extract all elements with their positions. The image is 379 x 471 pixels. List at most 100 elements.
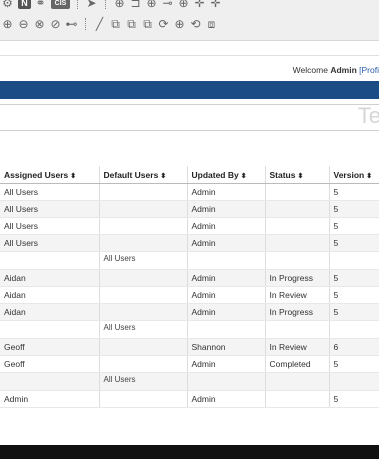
table-row[interactable]: Geoff Admin Completed 5: [0, 355, 379, 373]
default-users-cell: All Users: [99, 320, 188, 339]
version-cell: 5: [329, 355, 379, 373]
default-users-cell: [99, 269, 188, 287]
updated-by-cell: Admin: [187, 269, 266, 287]
add-shape-icon[interactable]: ⊕: [112, 0, 127, 10]
cursor-icon[interactable]: ➤: [84, 0, 99, 10]
assigned-users-cell: [0, 251, 100, 270]
updated-by-cell: Shannon: [187, 338, 266, 356]
default-users-cell: All Users: [99, 372, 188, 391]
table-row[interactable]: Aidan Admin In Progress 5: [0, 303, 379, 321]
updated-by-cell: [187, 372, 266, 391]
data-grid-body: All Users Admin 5 All Users Admin 5 All Users A…: [0, 183, 379, 408]
default-users-cell: [99, 355, 188, 373]
table-row[interactable]: Geoff Shannon In Review 6: [0, 338, 379, 356]
zoom-out-icon[interactable]: ⊖: [16, 17, 31, 31]
column-header-version[interactable]: Version ⬍: [329, 166, 379, 184]
profile-link[interactable]: [Profi: [359, 65, 379, 75]
page-header: Te: [0, 103, 379, 131]
sort-icon[interactable]: ⬍: [297, 173, 303, 180]
column-header-assigned-users[interactable]: Assigned Users ⬍: [0, 166, 100, 184]
link-icon[interactable]: ⚭: [33, 0, 48, 10]
add-node-icon[interactable]: ⊕: [144, 0, 159, 10]
header-row: Assigned Users ⬍ Default Users ⬍ Updated B…: [0, 166, 379, 184]
assigned-users-cell: All Users: [0, 183, 100, 201]
status-cell: In Review: [265, 338, 330, 356]
status-cell: [265, 200, 330, 218]
welcome-message: Welcome Admin [Profi: [293, 65, 379, 75]
assigned-users-cell: Geoff: [0, 355, 100, 373]
assigned-users-cell: Aidan: [0, 303, 100, 321]
table-row[interactable]: Aidan Admin In Review 5: [0, 286, 379, 304]
assigned-users-cell: Admin: [0, 390, 100, 408]
sort-icon[interactable]: ⬍: [70, 173, 76, 180]
version-cell: 5: [329, 286, 379, 304]
table-row[interactable]: All Users Admin 5: [0, 234, 379, 252]
zoom-fit-icon[interactable]: ⊘: [48, 17, 63, 31]
table-row[interactable]: Admin Admin 5: [0, 390, 379, 408]
subgroup-row[interactable]: All Users: [0, 372, 379, 391]
table-row[interactable]: Aidan Admin In Progress 5: [0, 269, 379, 287]
assigned-users-cell: Aidan: [0, 269, 100, 287]
connector-icon[interactable]: ⊸: [160, 0, 175, 10]
assigned-users-cell: All Users: [0, 217, 100, 235]
updated-by-cell: Admin: [187, 355, 266, 373]
zoom-in-icon[interactable]: ⊕: [0, 17, 15, 31]
toolbar-separator: [77, 0, 79, 9]
gear-icon[interactable]: ⚙: [0, 0, 15, 10]
status-cell: [265, 390, 330, 408]
line-icon[interactable]: ╱: [92, 17, 107, 31]
status-cell: [265, 251, 330, 270]
default-users-cell: All Users: [99, 251, 188, 270]
default-users-cell: [99, 303, 188, 321]
assigned-users-cell: All Users: [0, 234, 100, 252]
cis-icon[interactable]: CIS: [51, 0, 70, 9]
table-row[interactable]: All Users Admin 5: [0, 183, 379, 201]
status-cell: Completed: [265, 355, 330, 373]
default-users-cell: [99, 390, 188, 408]
column-label: Status: [269, 169, 296, 180]
column-label: Assigned Users: [4, 169, 69, 180]
export-icon[interactable]: ⧈: [204, 17, 219, 31]
shape-link-icon[interactable]: ⧉: [108, 17, 123, 31]
updated-by-cell: Admin: [187, 390, 266, 408]
table-row[interactable]: All Users Admin 5: [0, 217, 379, 235]
version-cell: [329, 372, 379, 391]
toolbar-separator: [85, 18, 87, 30]
shape-remove-icon[interactable]: ⧉: [140, 17, 155, 31]
shape-add2-icon[interactable]: ⊕: [172, 17, 187, 31]
table-row[interactable]: All Users Admin 5: [0, 200, 379, 218]
subgroup-row[interactable]: All Users: [0, 251, 379, 270]
welcome-bar: Welcome Admin [Profi: [0, 55, 379, 82]
column-header-default-users[interactable]: Default Users ⬍: [99, 166, 188, 184]
shape-refresh-icon[interactable]: ⟳: [156, 17, 171, 31]
n-icon[interactable]: N: [18, 0, 31, 9]
default-users-cell: [99, 286, 188, 304]
shape-add-icon[interactable]: ⧉: [124, 17, 139, 31]
updated-by-cell: Admin: [187, 183, 266, 201]
sort-icon[interactable]: ⬍: [160, 173, 166, 180]
bracket-icon[interactable]: ⊐: [128, 0, 143, 10]
pan-icon[interactable]: ⊷: [64, 17, 79, 31]
status-cell: [265, 183, 330, 201]
default-users-cell: [99, 234, 188, 252]
status-cell: [265, 372, 330, 391]
version-cell: 5: [329, 390, 379, 408]
zoom-reset-icon[interactable]: ⊗: [32, 17, 47, 31]
add-connector-icon[interactable]: ⊕: [176, 0, 191, 10]
status-cell: [265, 320, 330, 339]
sort-icon[interactable]: ⬍: [366, 173, 372, 180]
status-cell: In Progress: [265, 269, 330, 287]
version-cell: 5: [329, 217, 379, 235]
sort-icon[interactable]: ⬍: [241, 173, 247, 180]
footer-bar: [0, 445, 379, 459]
shape-loop-icon[interactable]: ⟲: [188, 17, 203, 31]
updated-by-cell: Admin: [187, 303, 266, 321]
plus-icon[interactable]: ✛: [192, 0, 207, 10]
updated-by-cell: [187, 251, 266, 270]
default-users-cell: [99, 338, 188, 356]
subgroup-row[interactable]: All Users: [0, 320, 379, 339]
column-header-updated-by[interactable]: Updated By ⬍: [187, 166, 266, 184]
column-header-status[interactable]: Status ⬍: [265, 166, 330, 184]
version-cell: 5: [329, 183, 379, 201]
plus-icon[interactable]: ✛: [208, 0, 223, 10]
